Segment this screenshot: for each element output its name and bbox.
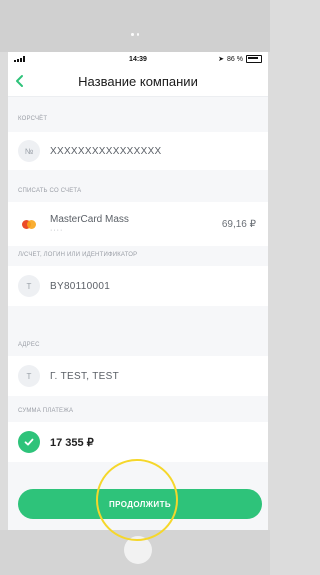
card-info: MasterCard Mass ···· <box>50 214 129 234</box>
sum-label: СУММА ПЛАТЕЖА <box>18 408 74 414</box>
speaker <box>131 33 139 36</box>
sum-field[interactable]: 17 355 ₽ <box>8 422 268 462</box>
check-icon <box>18 431 40 453</box>
account-value: XXXXXXXXXXXXXXXX <box>50 145 162 157</box>
account-field[interactable]: № XXXXXXXXXXXXXXXX <box>8 132 268 170</box>
continue-button[interactable]: ПРОДОЛЖИТЬ <box>18 489 262 519</box>
chevron-left-icon[interactable] <box>14 74 26 88</box>
number-sign-icon: № <box>18 140 40 162</box>
navigation-bar: Название компании <box>8 66 268 97</box>
phone-top-bezel <box>0 0 270 52</box>
phone-screen: 14:39 ➤ 86 % Название компании КОРСЧЁТ №… <box>8 52 268 530</box>
status-time: 14:39 <box>129 55 147 63</box>
login-label: Л/СЧЕТ, ЛОГИН ИЛИ ИДЕНТИФИКАТОР <box>18 252 138 258</box>
card-name: MasterCard Mass <box>50 214 129 225</box>
text-field-icon: T <box>18 365 40 387</box>
text-field-icon: T <box>18 275 40 297</box>
account-label: КОРСЧЁТ <box>18 116 48 122</box>
debit-card-selector[interactable]: MasterCard Mass ···· 69,16 ₽ <box>8 202 268 246</box>
mastercard-icon <box>20 217 40 231</box>
login-value: BY80110001 <box>50 280 111 292</box>
page-title: Название компании <box>78 73 198 89</box>
address-field[interactable]: T Г. TEST, TEST <box>8 356 268 396</box>
battery-icon <box>246 55 262 63</box>
sum-value: 17 355 ₽ <box>50 436 94 449</box>
status-bar: 14:39 ➤ 86 % <box>8 52 268 66</box>
debit-label: СПИСАТЬ СО СЧЕТА <box>18 188 82 194</box>
login-field[interactable]: T BY80110001 <box>8 266 268 306</box>
card-mask: ···· <box>50 227 64 234</box>
address-value: Г. TEST, TEST <box>50 370 120 382</box>
card-balance: 69,16 ₽ <box>221 218 256 230</box>
home-button[interactable] <box>124 536 152 564</box>
address-label: АДРЕС <box>18 342 40 348</box>
